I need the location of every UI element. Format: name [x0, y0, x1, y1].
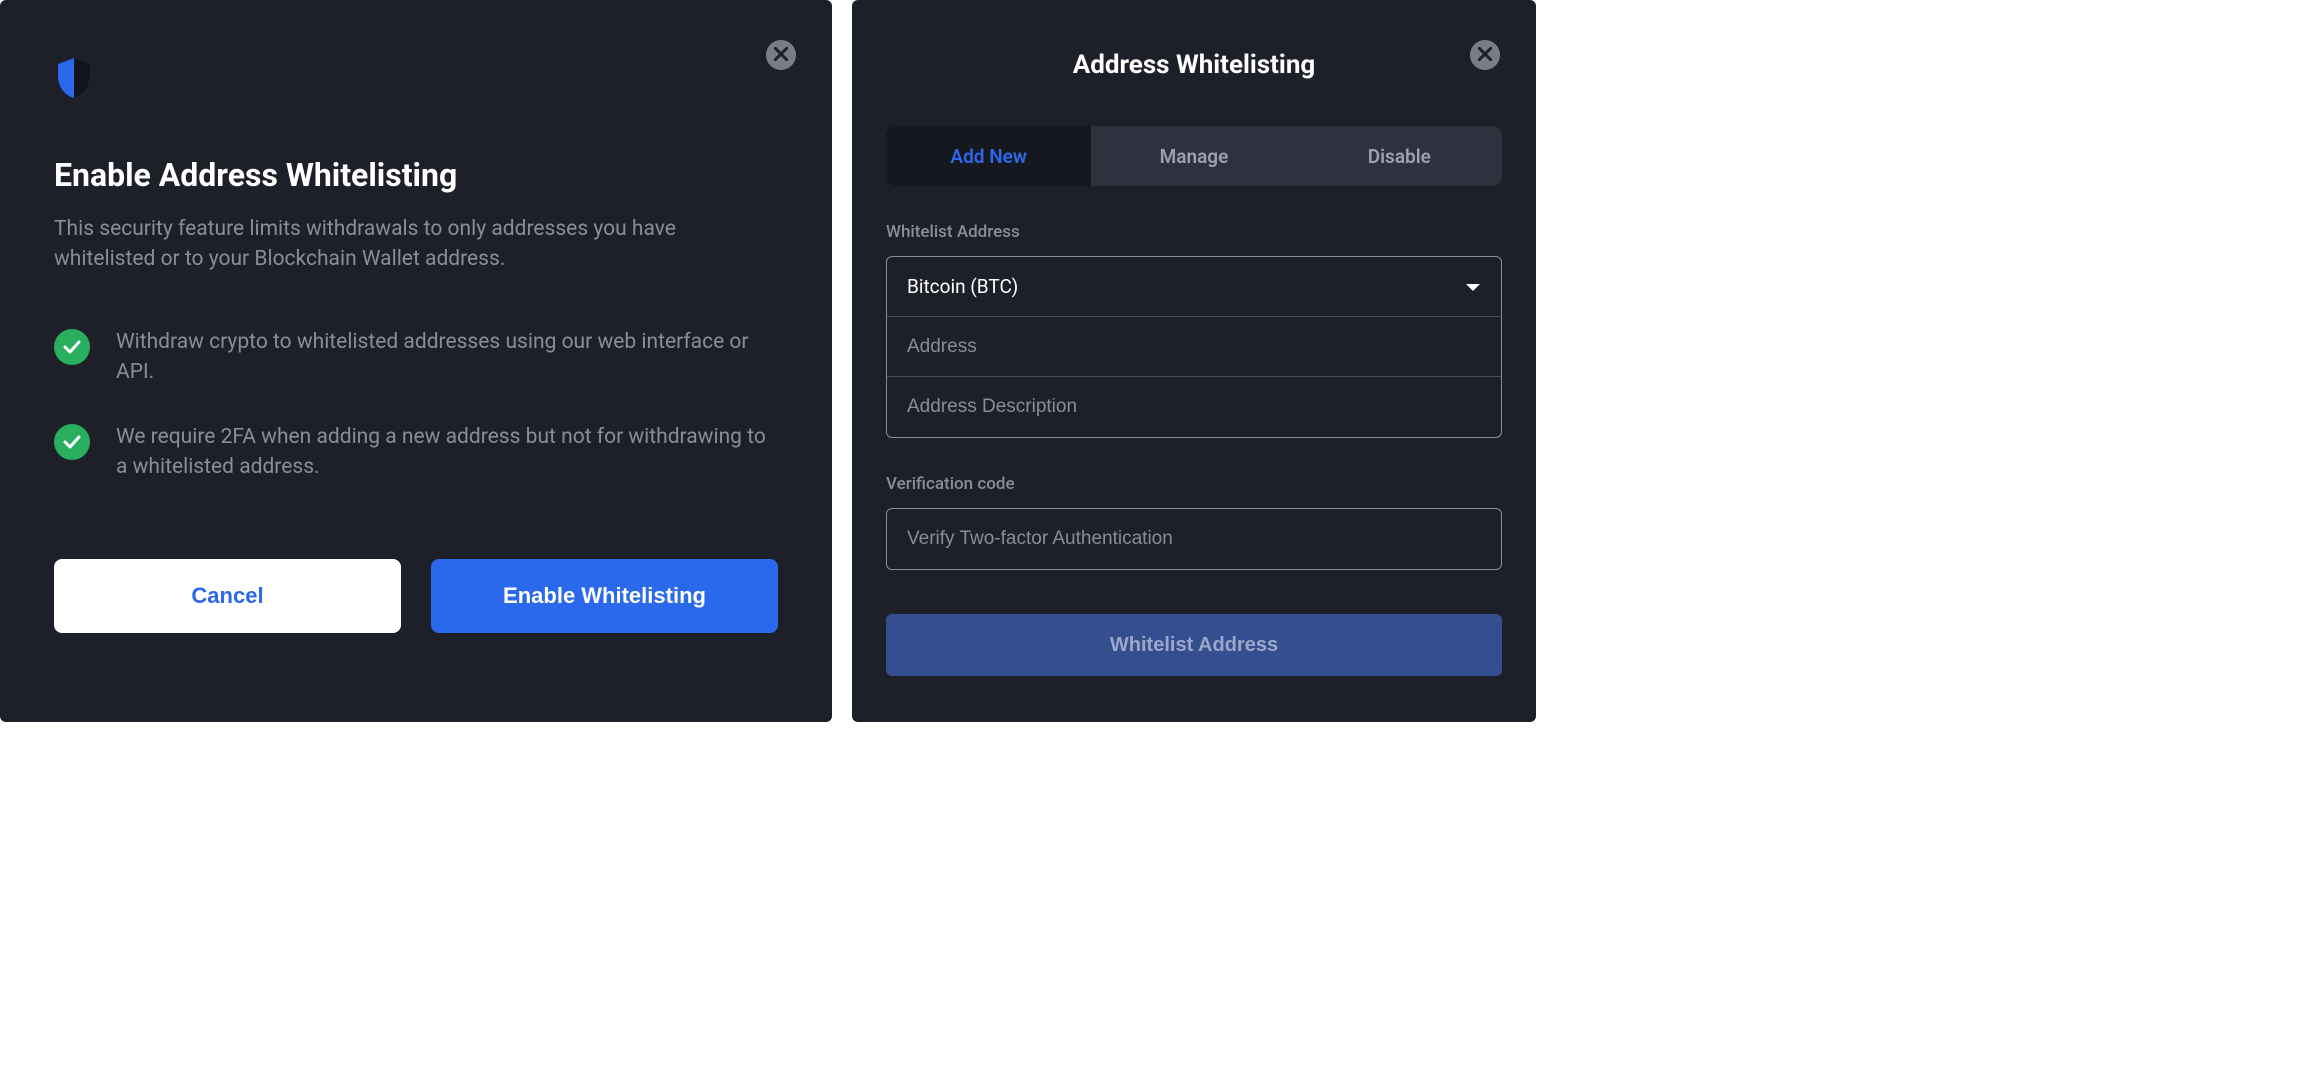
check-icon: [54, 329, 90, 365]
coin-select-value: Bitcoin (BTC): [907, 275, 1018, 298]
whitelist-address-button[interactable]: Whitelist Address: [886, 614, 1502, 676]
verification-code-input[interactable]: [887, 509, 1501, 569]
verification-code-label: Verification code: [886, 474, 1502, 494]
chevron-down-icon: [1465, 275, 1481, 298]
tab-bar: Add New Manage Disable: [886, 126, 1502, 186]
enable-whitelisting-button[interactable]: Enable Whitelisting: [431, 559, 778, 633]
dialog-description: This security feature limits withdrawals…: [54, 214, 778, 275]
check-icon: [54, 424, 90, 460]
tab-disable[interactable]: Disable: [1297, 126, 1502, 186]
close-icon: [1478, 47, 1492, 64]
whitelist-address-label: Whitelist Address: [886, 222, 1502, 242]
address-whitelisting-panel: Address Whitelisting Add New Manage Disa…: [852, 0, 1536, 722]
shield-icon: [54, 56, 778, 100]
address-input[interactable]: [887, 317, 1501, 377]
coin-select[interactable]: Bitcoin (BTC): [887, 257, 1501, 317]
feature-item: We require 2FA when adding a new address…: [54, 422, 778, 483]
dialog-actions: Cancel Enable Whitelisting: [54, 559, 778, 633]
close-button[interactable]: [766, 40, 796, 70]
cancel-button[interactable]: Cancel: [54, 559, 401, 633]
enable-whitelisting-dialog: Enable Address Whitelisting This securit…: [0, 0, 832, 722]
feature-item: Withdraw crypto to whitelisted addresses…: [54, 327, 778, 388]
close-icon: [774, 47, 788, 64]
address-description-input[interactable]: [887, 377, 1501, 437]
close-button[interactable]: [1470, 40, 1500, 70]
tab-add-new[interactable]: Add New: [886, 126, 1091, 186]
feature-list: Withdraw crypto to whitelisted addresses…: [54, 327, 778, 483]
dialog-title: Enable Address Whitelisting: [54, 156, 778, 194]
panel-title: Address Whitelisting: [886, 50, 1502, 80]
whitelist-field-group: Bitcoin (BTC): [886, 256, 1502, 438]
feature-text: Withdraw crypto to whitelisted addresses…: [116, 327, 778, 388]
feature-text: We require 2FA when adding a new address…: [116, 422, 778, 483]
tab-manage[interactable]: Manage: [1091, 126, 1296, 186]
verification-field: [886, 508, 1502, 570]
